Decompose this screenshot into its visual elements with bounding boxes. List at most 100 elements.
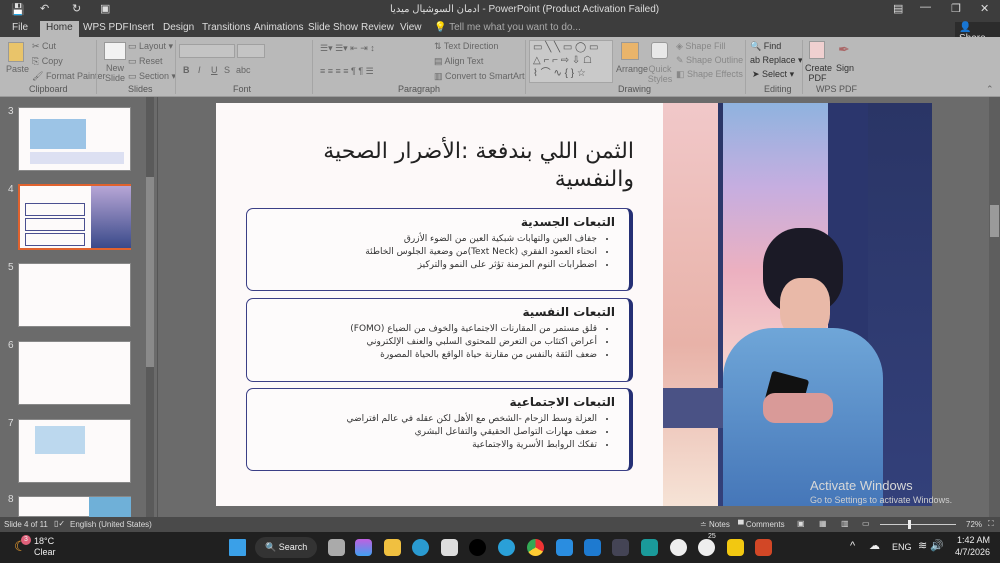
slide-thumbnail-3[interactable] bbox=[18, 107, 131, 171]
network-app-icon[interactable] bbox=[612, 539, 629, 556]
tab-animations[interactable]: Animations bbox=[254, 22, 303, 33]
close-button[interactable]: ✕ bbox=[980, 2, 989, 15]
find-button[interactable]: 🔍 Find bbox=[750, 41, 781, 52]
boy-with-phone-image[interactable] bbox=[663, 103, 932, 506]
ribbon-display-icon[interactable]: ▤ bbox=[893, 2, 903, 15]
tab-transitions[interactable]: Transitions bbox=[202, 22, 251, 33]
file-explorer-icon[interactable] bbox=[384, 539, 401, 556]
fit-slide-icon[interactable]: ⛶ bbox=[988, 519, 994, 529]
search-button[interactable]: 🔍 Search bbox=[255, 537, 317, 558]
layout-button[interactable]: ▭ Layout ▾ bbox=[128, 41, 173, 52]
shape-fill-button[interactable]: ◈ Shape Fill bbox=[676, 41, 725, 52]
arrange-icon[interactable] bbox=[621, 42, 639, 60]
show-hidden-icons[interactable]: ^ bbox=[850, 540, 855, 552]
edge-icon[interactable] bbox=[412, 539, 429, 556]
slide-canvas[interactable]: الثمن اللي بندفعة :الأضرار الصحية والنفس… bbox=[216, 103, 932, 506]
store-icon[interactable] bbox=[441, 539, 458, 556]
save-icon[interactable]: 💾 bbox=[11, 3, 25, 16]
task-view-icon[interactable] bbox=[328, 539, 345, 556]
font-size-select[interactable] bbox=[237, 44, 265, 58]
sign-icon[interactable]: ✒ bbox=[838, 41, 850, 58]
bold-button[interactable]: B bbox=[183, 65, 190, 75]
spell-check-icon[interactable]: ▯✓ bbox=[54, 519, 65, 528]
psychological-effects-box[interactable]: التبعات النفسية قلق مستمر من المقارنات ا… bbox=[246, 298, 633, 382]
zoom-slider[interactable] bbox=[880, 524, 956, 525]
presenter-icon[interactable]: ▣ bbox=[100, 2, 110, 15]
slide-thumbnail-8[interactable] bbox=[18, 496, 131, 517]
select-button[interactable]: ➤ Select ▾ bbox=[752, 69, 794, 80]
shapes-gallery[interactable]: ▭ ╲ ╲ ▭ ◯ ▭△ ⌐ ⌐ ⇨ ⇩ ☖⌇ ⌒ ∿ { } ☆ bbox=[529, 40, 613, 83]
slide-thumbnail-5[interactable] bbox=[18, 263, 131, 327]
shareit-icon[interactable] bbox=[556, 539, 573, 556]
shadow-button[interactable]: S bbox=[224, 65, 230, 75]
tab-file[interactable]: File bbox=[12, 22, 28, 33]
section-button[interactable]: ▭ Section ▾ bbox=[128, 71, 176, 82]
reset-button[interactable]: ▭ Reset bbox=[128, 56, 163, 67]
main-scrollbar[interactable] bbox=[989, 97, 1000, 517]
reading-view-icon[interactable]: ▥ bbox=[841, 519, 849, 528]
redo-icon[interactable]: ↻ bbox=[72, 2, 81, 15]
input-language[interactable]: ENG bbox=[892, 542, 912, 552]
copy-button[interactable]: ⎘ Copy bbox=[32, 56, 63, 67]
sign-button[interactable]: Sign bbox=[836, 63, 854, 73]
arrange-button[interactable]: Arrange bbox=[616, 64, 648, 74]
create-pdf-icon[interactable] bbox=[809, 41, 825, 59]
undo-icon[interactable]: ↶ bbox=[40, 2, 49, 15]
chrome-icon[interactable] bbox=[527, 539, 544, 556]
slide-title[interactable]: الثمن اللي بندفعة :الأضرار الصحية والنفس… bbox=[316, 138, 634, 194]
italic-button[interactable]: I bbox=[198, 65, 201, 75]
tiktok-icon[interactable] bbox=[469, 539, 486, 556]
tab-wps-pdf[interactable]: WPS PDF bbox=[83, 22, 129, 33]
strikethrough-button[interactable]: abc bbox=[236, 65, 251, 75]
shape-outline-button[interactable]: ✎ Shape Outline bbox=[676, 55, 743, 66]
normal-view-icon[interactable]: ▣ bbox=[797, 519, 805, 528]
telegram-icon[interactable] bbox=[498, 539, 515, 556]
tab-slide-show[interactable]: Slide Show bbox=[308, 22, 358, 33]
replace-button[interactable]: ab Replace ▾ bbox=[750, 55, 803, 66]
cut-button[interactable]: ✂ Cut bbox=[32, 41, 56, 52]
paste-icon[interactable] bbox=[8, 42, 24, 62]
comments-button[interactable]: ▀ Comments bbox=[738, 520, 785, 529]
slide-thumbnail-4[interactable] bbox=[18, 184, 131, 250]
onedrive-icon[interactable]: ☁ bbox=[869, 539, 880, 552]
physical-effects-box[interactable]: التبعات الجسدية جفاف العين والتهابات شبك… bbox=[246, 208, 633, 291]
new-slide-icon[interactable] bbox=[104, 42, 126, 60]
tab-view[interactable]: View bbox=[400, 22, 422, 33]
powerpoint-icon[interactable] bbox=[755, 539, 772, 556]
arduino-icon[interactable] bbox=[641, 539, 658, 556]
thumbnails-scrollbar[interactable] bbox=[146, 97, 154, 517]
slide-thumbnail-6[interactable] bbox=[18, 341, 131, 405]
social-effects-box[interactable]: التبعات الاجتماعية العزلة وسط الزحام -ال… bbox=[246, 388, 633, 471]
vscode-icon[interactable] bbox=[584, 539, 601, 556]
align-text-button[interactable]: ▤ Align Text bbox=[434, 56, 483, 67]
clock-date[interactable]: 4/7/2026 bbox=[955, 547, 990, 557]
create-pdf-button[interactable]: Create PDF bbox=[805, 63, 830, 83]
paste-button[interactable]: Paste bbox=[6, 64, 29, 74]
new-slide-button[interactable]: New Slide bbox=[101, 63, 129, 83]
quick-styles-icon[interactable] bbox=[651, 42, 668, 59]
notes-button[interactable]: ≐ Notes bbox=[700, 520, 730, 529]
language-status[interactable]: English (United States) bbox=[70, 520, 152, 529]
tab-review[interactable]: Review bbox=[361, 22, 394, 33]
tab-home[interactable]: Home bbox=[40, 21, 79, 37]
convert-smartart-button[interactable]: ▥ Convert to SmartArt bbox=[434, 71, 525, 82]
power-bi-icon[interactable] bbox=[727, 539, 744, 556]
clock-time[interactable]: 1:42 AM bbox=[957, 535, 990, 545]
format-painter-button[interactable]: 🖌 Format Painter bbox=[32, 71, 105, 82]
wifi-volume-icons[interactable]: ≋ 🔊 bbox=[918, 539, 944, 552]
shape-effects-button[interactable]: ◧ Shape Effects bbox=[676, 69, 743, 80]
collapse-ribbon-icon[interactable]: ⌃ bbox=[986, 84, 994, 95]
align-buttons[interactable]: ≡ ≡ ≡ ≡ ¶ ¶ ☰ bbox=[320, 66, 374, 77]
text-direction-button[interactable]: ⇅ Text Direction bbox=[434, 41, 498, 52]
font-name-select[interactable] bbox=[179, 44, 235, 58]
tab-insert[interactable]: Insert bbox=[129, 22, 154, 33]
underline-button[interactable]: U bbox=[211, 65, 218, 75]
app-icon[interactable] bbox=[670, 539, 687, 556]
copilot-icon[interactable] bbox=[355, 539, 372, 556]
tab-design[interactable]: Design bbox=[163, 22, 194, 33]
tell-me-input[interactable]: 💡 Tell me what you want to do... bbox=[434, 22, 581, 33]
minimize-button[interactable]: — bbox=[920, 1, 931, 13]
slideshow-icon[interactable]: ▭ bbox=[862, 519, 870, 528]
slide-thumbnail-7[interactable] bbox=[18, 419, 131, 483]
zoom-level[interactable]: 72% bbox=[966, 520, 982, 529]
